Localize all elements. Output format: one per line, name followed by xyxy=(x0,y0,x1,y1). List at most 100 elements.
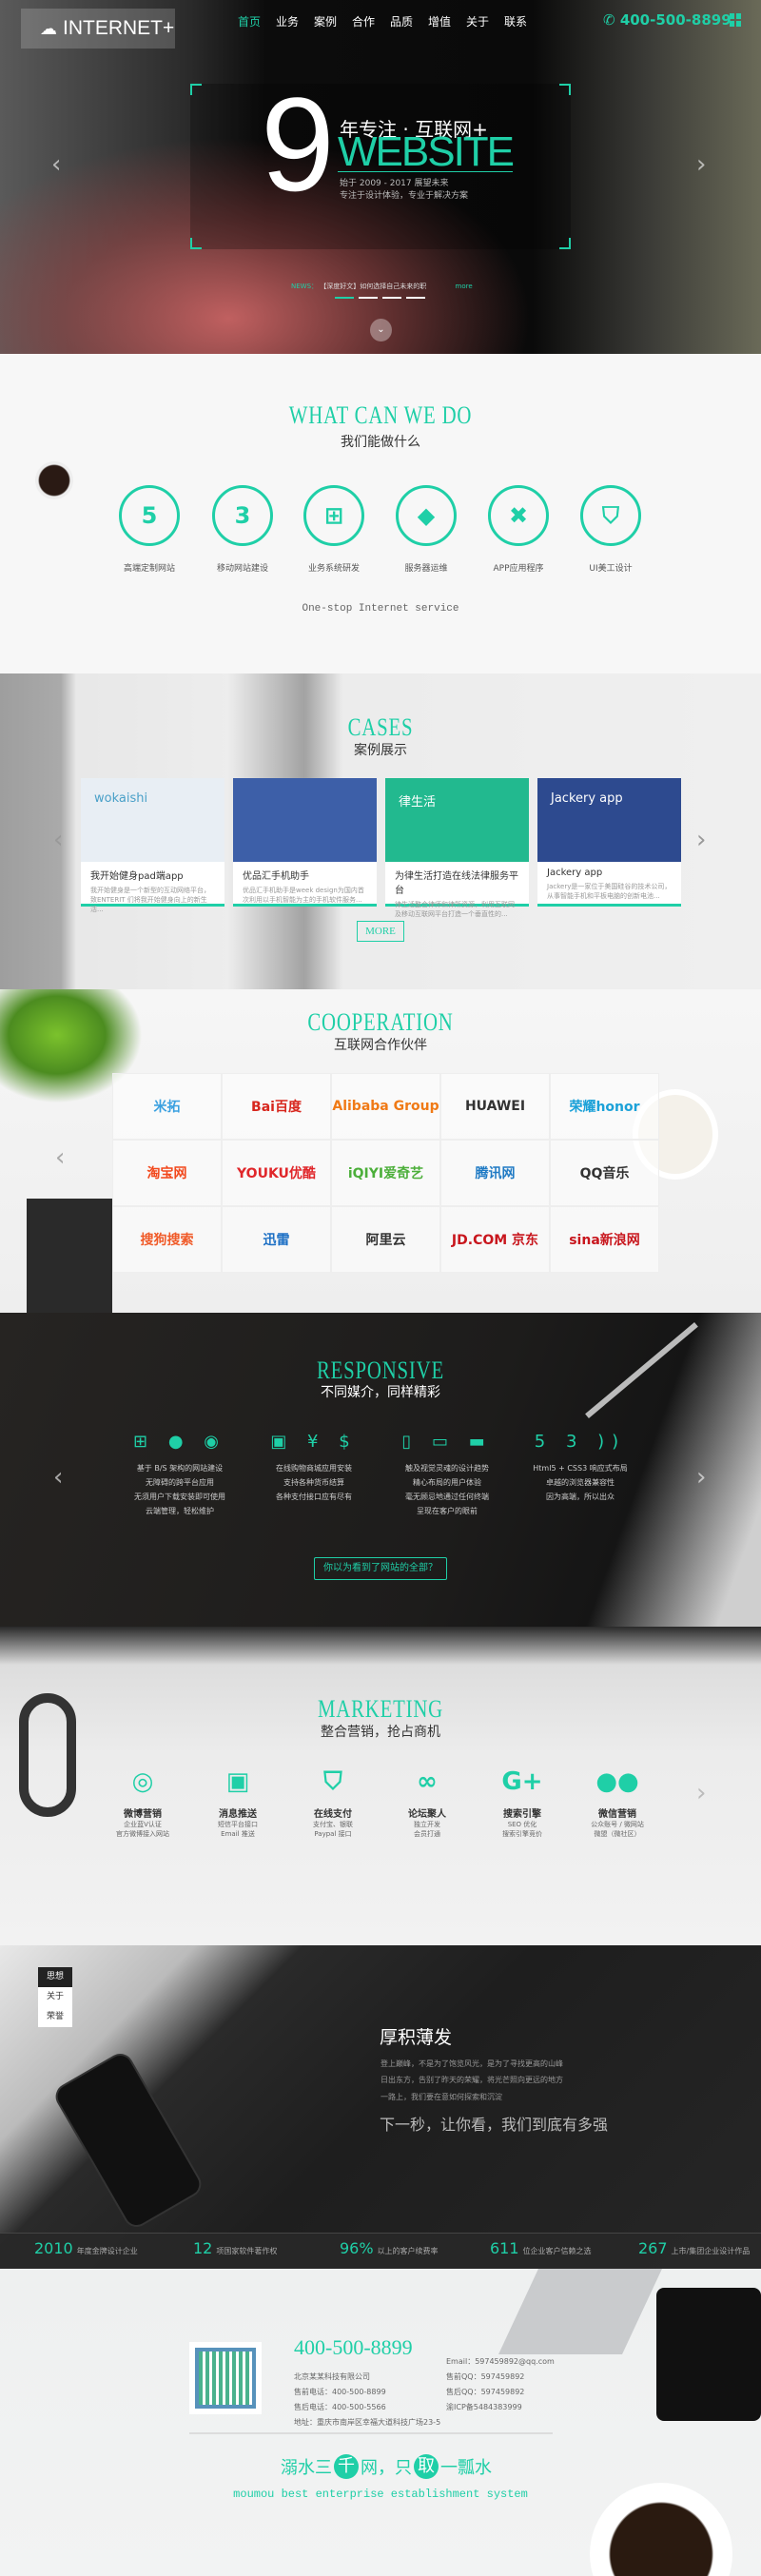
case-card[interactable]: Jackery app Jackery app Jackery是一家位于美国硅谷… xyxy=(537,778,681,907)
responsive-column: 5 3 )) Html5 + CSS3 响应式布局 卓越的浏览器兼容性 因为高端，所以… xyxy=(509,1434,652,1504)
headphones-decoration xyxy=(19,1693,76,1817)
slide-dot-2[interactable] xyxy=(359,297,378,299)
scroll-down-icon[interactable]: ⌄ xyxy=(370,319,392,342)
nav-cases[interactable]: 案例 xyxy=(314,13,337,29)
responsive-column: ⊞ ● ◉ 基于 B/S 架构的网站建设 无障碍的跨平台应用 无须用户下载安装即可使用… xyxy=(108,1434,251,1518)
footer-presale-qq: 售前QQ：597459892 xyxy=(446,2372,525,2381)
partner-logo[interactable]: HUAWEI xyxy=(440,1073,550,1140)
partner-logo[interactable]: JD.COM 京东 xyxy=(440,1206,550,1273)
slide-dot-1[interactable] xyxy=(335,297,354,299)
marketing-title: MARKETING xyxy=(318,1695,443,1723)
case-card[interactable]: 律生活 为律生活打造在线法律服务平台 律生活整合律师和律所资源，利用互联网及移动… xyxy=(385,778,529,918)
service-item[interactable]: 3 移动网站建设 xyxy=(195,485,290,574)
next-arrow-icon[interactable]: › xyxy=(696,150,706,179)
partner-logo[interactable]: iQIYI爱奇艺 xyxy=(331,1140,440,1206)
tab-honor[interactable]: 荣誉 xyxy=(38,2007,72,2027)
laptop-decoration xyxy=(498,2269,662,2354)
case-thumbnail: wokaishi xyxy=(81,778,224,862)
partner-logo[interactable]: 淘宝网 xyxy=(112,1140,222,1206)
footer: 400-500-8899 北京某某科技有限公司 售前电话：400-500-889… xyxy=(0,2269,761,2576)
footer-aftersale-phone: 售后电话：400-500-5566 xyxy=(294,2403,386,2411)
header-phone[interactable]: ✆ 400-500-8899 xyxy=(603,11,732,29)
service-label: 服务器运维 xyxy=(404,564,448,574)
slide-dot-4[interactable] xyxy=(406,297,425,299)
marketing-next-icon[interactable]: › xyxy=(696,1779,706,1807)
service-item[interactable]: ⛉ UI美工设计 xyxy=(563,485,658,574)
nav-quality[interactable]: 品质 xyxy=(390,13,413,29)
partners-prev-icon[interactable]: ‹ xyxy=(55,1143,65,1172)
marketing-item[interactable]: ⛉ 在线支付 支付宝、银联 Paypal 接口 xyxy=(285,1767,380,1839)
tab-thought[interactable]: 思想 xyxy=(38,1967,72,1987)
cooperation-section: COOPERATION 互联网合作伙伴 ‹ 米拓 Bai百度 Alibaba Gro… xyxy=(0,989,761,1313)
responsive-next-icon[interactable]: › xyxy=(696,1463,706,1492)
partner-logo[interactable]: 搜狗搜索 xyxy=(112,1206,222,1273)
service-item[interactable]: 5 高端定制网站 xyxy=(102,485,197,574)
money-icon yen-icon dollar-icon: ▣ ¥ $ xyxy=(270,1432,358,1452)
case-desc: 优品汇手机助手是week design为国内首次利用以手机智能为主的手机软件服务… xyxy=(243,887,364,904)
shield-icon: ⛉ xyxy=(580,485,641,546)
wechat-icon: ●● xyxy=(595,1767,639,1796)
feature-line: Html5 + CSS3 响应式布局 xyxy=(533,1464,628,1473)
partner-logo[interactable]: 阿里云 xyxy=(331,1206,440,1273)
case-card[interactable]: wokaishi 我开始健身pad端app 我开始健身是一个新型的互动网络平台，… xyxy=(81,778,224,913)
feature-line: 无须用户下载安装即可使用 xyxy=(134,1493,225,1501)
responsive-column: ▯ ▭ ▬ 触及视觉灵魂的设计趋势 精心布局的用户体验 毫无顾忌地通过任何终端 呈现在客… xyxy=(376,1434,518,1518)
marketing-item[interactable]: ∞ 论坛聚人 独立开发 会员打通 xyxy=(380,1767,475,1839)
twitch-icon: ▣ xyxy=(225,1767,250,1796)
partner-logo[interactable]: QQ音乐 xyxy=(550,1140,659,1206)
marketing-item[interactable]: ◎ 微博营销 企业蓝V认证 官方微博接入网站 xyxy=(95,1767,190,1839)
weibo-icon: ◎ xyxy=(131,1767,154,1796)
cases-next-icon[interactable]: › xyxy=(696,826,706,854)
hero-line-2: 专注于设计体验，专业于解决方案 xyxy=(340,191,469,201)
responsive-prev-icon[interactable]: ‹ xyxy=(53,1463,63,1492)
about-paragraph-1: 登上巅峰，不是为了饱览风光，是为了寻找更高的山峰 xyxy=(380,2059,563,2068)
cases-more-button[interactable]: MORE xyxy=(357,921,404,942)
nav-business[interactable]: 业务 xyxy=(276,13,299,29)
nav-contact[interactable]: 联系 xyxy=(504,13,527,29)
footer-icp: 渝ICP备5484383999 xyxy=(446,2403,522,2411)
cooperation-subtitle: 互联网合作伙伴 xyxy=(334,1038,427,1053)
partner-logo[interactable]: sina新浪网 xyxy=(550,1206,659,1273)
partner-logo[interactable]: 迅雷 xyxy=(222,1206,331,1273)
tab-about[interactable]: 关于 xyxy=(38,1987,72,2007)
sitemap-icon: ⊞ xyxy=(303,485,364,546)
partner-logo[interactable]: Bai百度 xyxy=(222,1073,331,1140)
partner-logo[interactable]: 腾讯网 xyxy=(440,1140,550,1206)
nav-cooperation[interactable]: 合作 xyxy=(352,13,375,29)
nav-home[interactable]: 首页 xyxy=(238,13,261,29)
cases-prev-icon[interactable]: ‹ xyxy=(53,826,63,854)
service-label: UI美工设计 xyxy=(589,564,633,574)
about-tabs: 思想 关于 荣誉 xyxy=(38,1967,72,2027)
marketing-item[interactable]: ▣ 消息推送 短信平台接口 Email 推送 xyxy=(190,1767,285,1839)
logo[interactable]: ☁ INTERNET+ xyxy=(21,9,175,49)
slide-dot-3[interactable] xyxy=(382,297,401,299)
about-slogan: 下一秒，让你看，我们到底有多强 xyxy=(380,2116,609,2134)
partner-logo[interactable]: 荣耀honor xyxy=(550,1073,659,1140)
cases-subtitle: 案例展示 xyxy=(354,743,407,758)
news-more-link[interactable]: more xyxy=(456,283,473,290)
feature-line: 云端管理，轻松维护 xyxy=(146,1507,214,1515)
partner-logo[interactable]: 米拓 xyxy=(112,1073,222,1140)
marketing-item[interactable]: G+ 搜索引擎 SEO 优化 搜索引擎竞价 xyxy=(475,1767,570,1839)
news-ticker[interactable]: NEWS： 【深度好文】如何选择自己未来的职 more xyxy=(291,282,473,291)
service-item[interactable]: ⊞ 业务系统研发 xyxy=(286,485,381,574)
prev-arrow-icon[interactable]: ‹ xyxy=(51,150,61,179)
case-card[interactable]: 优品汇手机助手 优品汇手机助手是week design为国内首次利用以手机智能为… xyxy=(233,778,377,907)
marketing-item[interactable]: ●● 微信营销 公众账号 / 微网站 微盟（微社区） xyxy=(570,1767,665,1839)
footer-email[interactable]: Email：597459892@qq.com xyxy=(446,2356,555,2367)
grid-icon[interactable] xyxy=(730,13,741,27)
google-plus-icon: G+ xyxy=(501,1767,543,1796)
see-more-button[interactable]: 你以为看到了网站的全部？ xyxy=(314,1557,447,1580)
nav-about[interactable]: 关于 xyxy=(466,13,489,29)
partner-logo[interactable]: Alibaba Group xyxy=(331,1073,440,1140)
feature-line: 各种支付接口应有尽有 xyxy=(276,1493,352,1501)
responsive-title: RESPONSIVE xyxy=(317,1356,444,1384)
nav-value-added[interactable]: 增值 xyxy=(428,13,451,29)
partner-logo[interactable]: YOUKU优酷 xyxy=(222,1140,331,1206)
marketing-subtitle: 整合营销，抢占商机 xyxy=(321,1725,440,1740)
wechat-qr-code xyxy=(189,2342,262,2414)
case-title: 我开始健身pad端app xyxy=(90,871,184,882)
service-item[interactable]: ◆ 服务器运维 xyxy=(379,485,474,574)
service-item[interactable]: ✖ APP应用程序 xyxy=(471,485,566,574)
footer-english: moumou best enterprise establishment sys… xyxy=(233,2488,528,2501)
